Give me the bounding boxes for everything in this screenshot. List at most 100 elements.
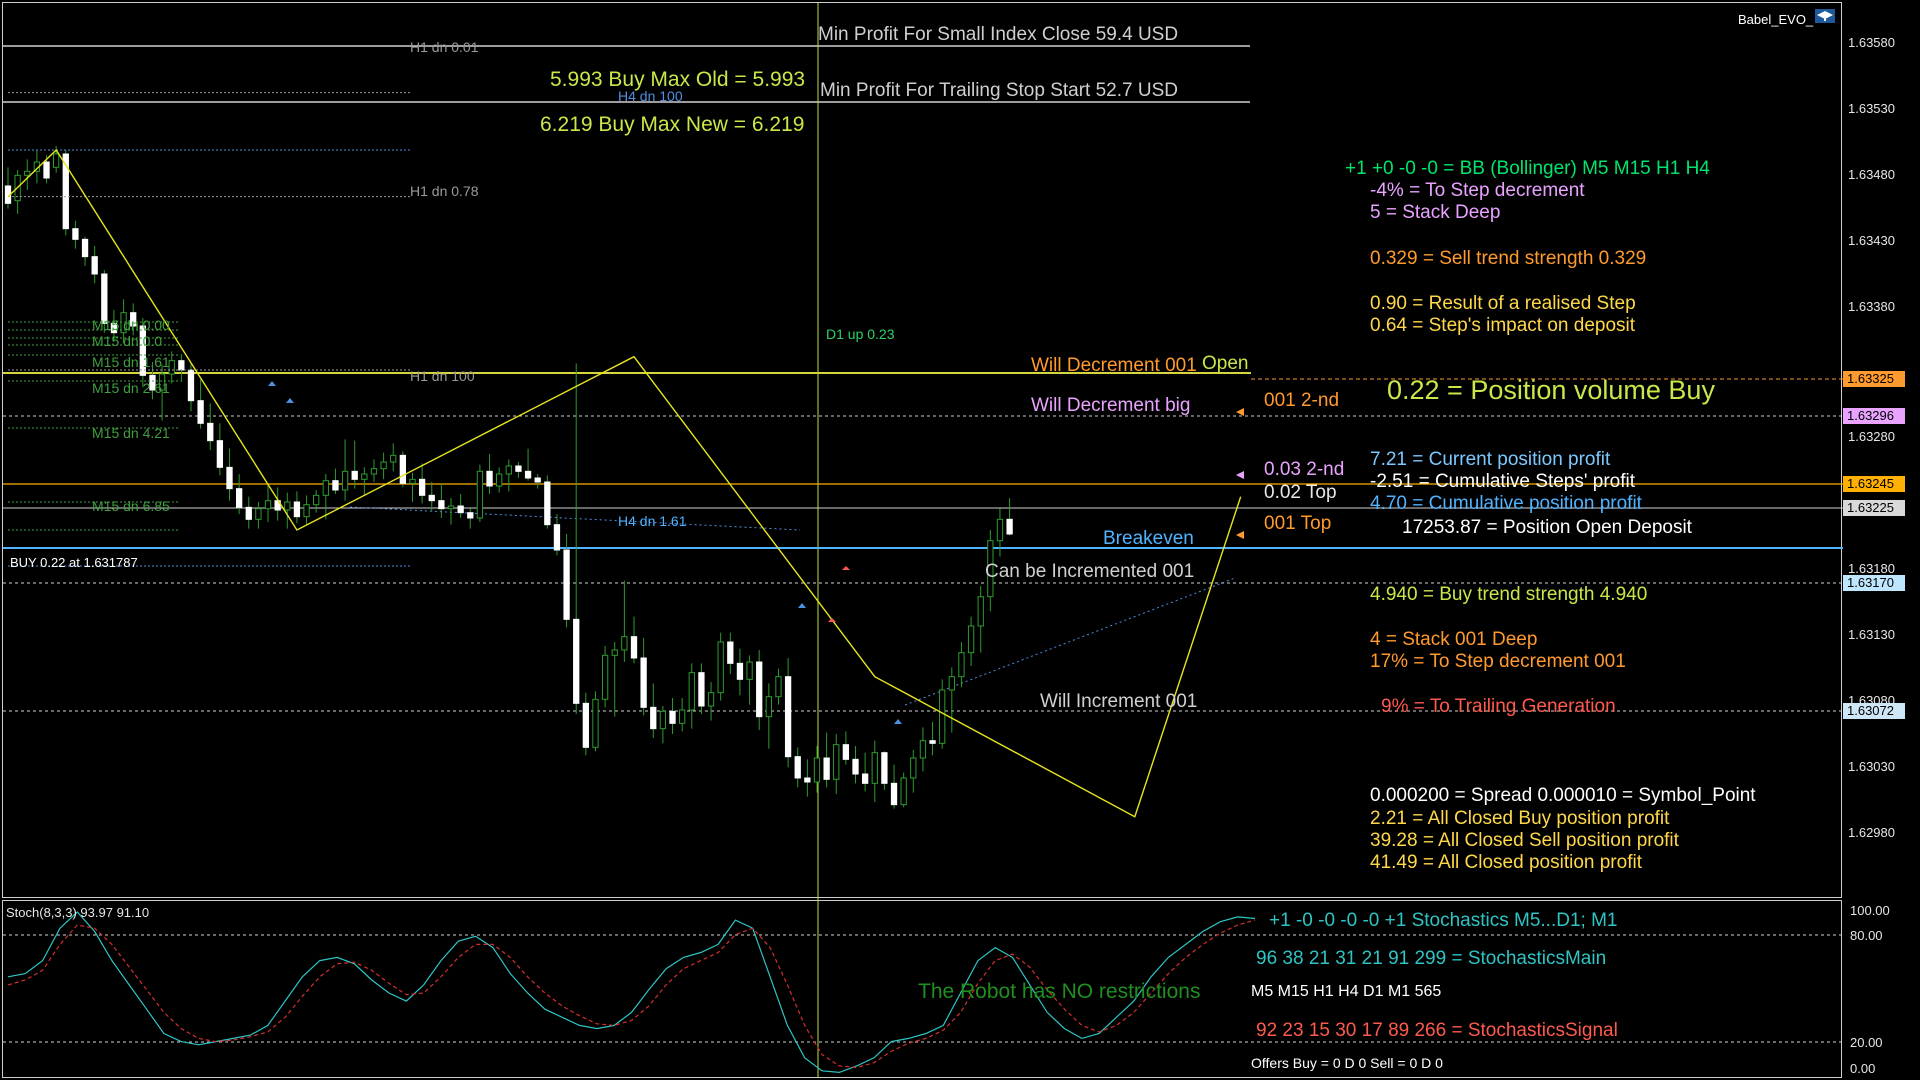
- candle-bear: [207, 422, 214, 442]
- level-m15-dn-161: M15 dn 1.61: [92, 354, 170, 370]
- stoch-title: Stoch(8,3,3) 93.97 91.10: [6, 905, 150, 920]
- candle-bull: [255, 508, 262, 520]
- left-arrow-marker: [1236, 471, 1244, 479]
- candle-bear: [852, 758, 859, 775]
- candle-bear: [1006, 518, 1013, 535]
- stat-stack-deep: 5 = Stack Deep: [1370, 202, 1501, 223]
- will-decrement-big: Will Decrement big: [1031, 395, 1191, 416]
- candle-bull: [679, 709, 686, 724]
- candle-bull: [341, 470, 349, 491]
- price-tag: 1.63170: [1843, 575, 1905, 591]
- candle-bull: [313, 494, 320, 506]
- candle-bear: [929, 740, 936, 744]
- stoch-tick-label: 0.00: [1850, 1061, 1876, 1076]
- level-h1-dn-001: H1 dn 0.01: [410, 39, 479, 55]
- will-increment-label: Will Increment 001: [1040, 691, 1198, 712]
- will-decrement-001: Will Decrement 001: [1031, 355, 1197, 376]
- candle-bull: [322, 480, 329, 496]
- breakeven-label: Breakeven: [1103, 528, 1194, 549]
- stoch-main-values: 96 38 21 31 21 91 299 = StochasticsMain: [1256, 948, 1607, 969]
- buy-max-new: 6.219 Buy Max New = 6.219: [540, 113, 805, 136]
- can-increment-label: Can be Incremented 001: [985, 561, 1195, 582]
- candle-bear: [418, 478, 426, 496]
- candle-bear: [573, 618, 580, 704]
- candle-bear: [72, 228, 79, 240]
- candle-bear: [399, 454, 407, 484]
- candle-bear: [861, 773, 869, 784]
- second-003: 0.03 2-nd: [1264, 459, 1345, 480]
- candle-bear: [91, 256, 98, 275]
- candle-bull: [659, 710, 667, 730]
- candle-bear: [457, 505, 464, 514]
- candle-bull: [611, 649, 618, 656]
- price-tick-label: 1.63130: [1848, 627, 1895, 642]
- candle-bear: [81, 238, 89, 258]
- stoch-timeframes: M5 M15 H1 H4 D1 M1 565: [1251, 983, 1442, 1000]
- candle-bull: [24, 170, 31, 176]
- stat-realised-step: 0.90 = Result of a realised Step: [1370, 293, 1636, 314]
- candle-bull: [707, 692, 715, 707]
- candle-bull: [688, 672, 695, 711]
- candle-bull: [303, 504, 310, 518]
- candle-bear: [43, 161, 50, 179]
- stat-cumulative-position: 4.70 = Cumulative position profit: [1370, 493, 1642, 514]
- candle-bear: [524, 470, 532, 479]
- candle-bull: [765, 696, 772, 718]
- candle-bear: [226, 466, 233, 490]
- candle-bull: [370, 468, 378, 475]
- candle-bear: [438, 500, 445, 510]
- h4-trend-line: [349, 506, 801, 531]
- candle-bear: [101, 273, 108, 324]
- stat-step-impact: 0.64 = Step's impact on deposit: [1370, 315, 1636, 336]
- level-m15-dn-421: M15 dn 4.21: [92, 425, 170, 441]
- candle-bull: [409, 478, 416, 484]
- candle-bear: [582, 702, 589, 748]
- level-h1-dn-100: H1 dn 100: [410, 368, 475, 384]
- stat-spread: 0.000200 = Spread 0.000010 = Symbol_Poin…: [1370, 785, 1756, 806]
- level-h4-dn-100: H4 dn 100: [618, 88, 683, 104]
- candle-bear: [467, 512, 474, 519]
- candle-bear: [640, 657, 647, 708]
- level-h1-dn-078: H1 dn 0.78: [410, 183, 479, 199]
- price-tag: 1.63072: [1843, 703, 1905, 719]
- candle-bear: [486, 470, 493, 487]
- down-arrow-marker: [828, 618, 836, 622]
- candle-bull: [833, 744, 840, 780]
- candle-bear: [245, 506, 252, 520]
- candle-bear: [669, 710, 676, 724]
- candle-bull: [958, 652, 965, 678]
- candle-bear: [804, 777, 811, 783]
- robot-name: Babel_EVO_: [1738, 12, 1814, 27]
- price-tick-label: 1.63030: [1848, 759, 1895, 774]
- candle-bull: [871, 752, 878, 784]
- candle-bear: [534, 477, 541, 483]
- candle-bear: [332, 480, 339, 491]
- price-tick-label: 1.62980: [1848, 825, 1895, 840]
- candle-bear: [515, 465, 522, 472]
- candle-bear: [650, 706, 657, 730]
- price-tag: 1.63225: [1843, 500, 1905, 516]
- price-tag: 1.63296: [1843, 408, 1905, 424]
- up-arrow-marker: [268, 381, 276, 386]
- candle-bull: [592, 698, 599, 748]
- candle-bear: [823, 757, 830, 780]
- candle-bull: [939, 689, 946, 744]
- candle-bull: [447, 505, 455, 510]
- price-tick-label: 1.63280: [1848, 429, 1895, 444]
- stat-closed-sell: 39.28 = All Closed Sell position profit: [1370, 830, 1679, 851]
- price-tick-label: 1.63380: [1848, 299, 1895, 314]
- price-tick-label: 1.63430: [1848, 233, 1895, 248]
- stat-closed-buy: 2.21 = All Closed Buy position profit: [1370, 808, 1670, 829]
- candle-bull: [601, 654, 609, 700]
- candle-bear: [756, 661, 763, 718]
- stat-current-profit: 7.21 = Current position profit: [1370, 449, 1611, 470]
- stoch-tick-label: 100.00: [1850, 903, 1890, 918]
- candle-bull: [948, 676, 955, 691]
- top-002: 0.02 Top: [1264, 482, 1337, 503]
- candle-bull: [53, 153, 60, 168]
- stat-position-volume: 0.22 = Position volume Buy: [1387, 375, 1715, 405]
- price-tick-label: 1.63180: [1848, 561, 1895, 576]
- candle-bear: [216, 440, 224, 468]
- up-arrow-marker: [798, 603, 806, 608]
- candle-bear: [630, 636, 638, 659]
